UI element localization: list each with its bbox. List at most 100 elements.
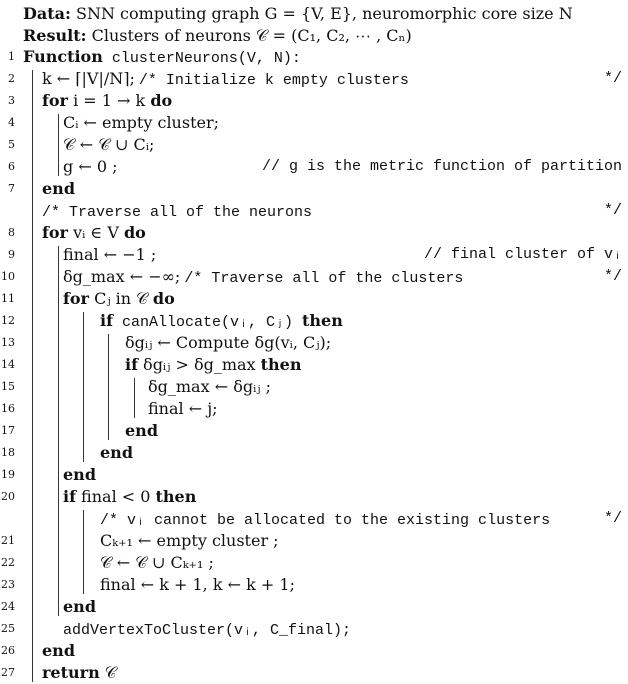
statement: final ← j; bbox=[148, 399, 218, 418]
code-text: g ← 0 ; bbox=[63, 156, 117, 178]
block-indent-line bbox=[83, 510, 84, 594]
statement: final < 0 bbox=[75, 487, 156, 506]
line-number: 7 bbox=[8, 182, 15, 195]
result-text: Clusters of neurons 𝒞 = (C₁, C₂, ⋯ , Cₙ) bbox=[91, 26, 412, 45]
code-line: 20 if final < 0 then bbox=[0, 486, 628, 508]
code-text: if δgᵢⱼ > δg_max then bbox=[125, 354, 302, 376]
keyword: return bbox=[42, 663, 100, 682]
keyword: end bbox=[42, 179, 75, 198]
code-line: 3 for i = 1 → k do bbox=[0, 90, 628, 112]
keyword: then bbox=[302, 311, 343, 330]
code-text: δg_max ← δgᵢⱼ ; bbox=[148, 376, 271, 398]
line-number: 27 bbox=[1, 666, 15, 679]
code-text: return 𝒞 bbox=[42, 662, 116, 684]
code-text: /* Traverse all of the neurons bbox=[42, 200, 312, 224]
keyword: for bbox=[42, 223, 68, 242]
block-indent-line bbox=[83, 312, 84, 462]
code-text: Function clusterNeurons(V, N): bbox=[23, 46, 301, 70]
statement: i = 1 → k bbox=[67, 91, 151, 110]
code-line: 14 if δgᵢⱼ > δg_max then bbox=[0, 354, 628, 376]
code-text: final ← j; bbox=[148, 398, 218, 420]
statement: clusterNeurons(V, N): bbox=[102, 50, 301, 67]
code-text: δgᵢⱼ ← Compute δg(vᵢ, Cⱼ); bbox=[125, 332, 331, 354]
code-line: 9 // final cluster of vᵢ final ← −1 ; bbox=[0, 244, 628, 266]
keyword: if bbox=[100, 311, 113, 330]
code-text: if canAllocate(vᵢ, Cⱼ) then bbox=[100, 310, 343, 334]
keyword: do bbox=[150, 91, 173, 110]
code-line: 16 final ← j; bbox=[0, 398, 628, 420]
line-number: 15 bbox=[1, 380, 15, 393]
code-line: 1 Function clusterNeurons(V, N): bbox=[0, 46, 628, 68]
statement: addVertexToCluster(vᵢ, C_final); bbox=[63, 622, 352, 639]
line-number: 1 bbox=[8, 50, 15, 63]
line-number: 21 bbox=[1, 534, 15, 547]
keyword: end bbox=[100, 443, 133, 462]
code-text: if final < 0 then bbox=[63, 486, 196, 508]
statement: δg_max ← δgᵢⱼ ; bbox=[148, 377, 271, 396]
code-line: 19 end bbox=[0, 464, 628, 486]
line-number: 22 bbox=[1, 556, 15, 569]
code-text: δg_max ← −∞;/* Traverse all of the clust… bbox=[63, 266, 463, 290]
statement: δgᵢⱼ > δg_max bbox=[137, 355, 261, 374]
keyword: end bbox=[125, 421, 158, 440]
line-number: 16 bbox=[1, 402, 15, 415]
code-line: 7 end bbox=[0, 178, 628, 200]
code-text: final ← k + 1, k ← k + 1; bbox=[100, 574, 295, 596]
code-text: /* vᵢ cannot be allocated to the existin… bbox=[100, 508, 550, 532]
comment-end: */ bbox=[603, 202, 622, 219]
line-number: 26 bbox=[1, 644, 15, 657]
block-indent-line bbox=[108, 334, 109, 440]
code-text: end bbox=[63, 596, 96, 618]
keyword: for bbox=[42, 91, 68, 110]
algorithm-data-line: Data: SNN computing graph G = {V, E}, ne… bbox=[23, 4, 573, 23]
code-line: 13 δgᵢⱼ ← Compute δg(vᵢ, Cⱼ); bbox=[0, 332, 628, 354]
code-text: end bbox=[100, 442, 133, 464]
code-text: end bbox=[125, 420, 158, 442]
statement: Cⱼ in 𝒞 bbox=[88, 289, 153, 308]
keyword: if bbox=[125, 355, 138, 374]
code-line: 24 end bbox=[0, 596, 628, 618]
comment: // final cluster of vᵢ bbox=[423, 246, 622, 263]
line-number: 10 bbox=[1, 270, 15, 283]
statement: k ← ⌈|V|/N⌉; bbox=[42, 69, 135, 88]
code-line: 11 for Cⱼ in 𝒞 do bbox=[0, 288, 628, 310]
code-text: end bbox=[63, 464, 96, 486]
line-number: 20 bbox=[1, 490, 15, 503]
block-indent-line bbox=[58, 114, 59, 176]
keyword: end bbox=[63, 597, 96, 616]
comment: /* Traverse all of the neurons bbox=[42, 204, 313, 221]
statement: 𝒞 ← 𝒞 ∪ Cₖ₊₁ ; bbox=[100, 553, 214, 572]
keyword: for bbox=[63, 289, 89, 308]
keyword: if bbox=[63, 487, 76, 506]
code-text: for i = 1 → k do bbox=[42, 90, 172, 112]
code-line: /* vᵢ cannot be allocated to the existin… bbox=[0, 508, 628, 530]
code-line: 17 end bbox=[0, 420, 628, 442]
comment: // g is the metric function of partition bbox=[261, 158, 622, 175]
line-number: 11 bbox=[1, 292, 15, 305]
code-line: 25 addVertexToCluster(vᵢ, C_final); bbox=[0, 618, 628, 640]
keyword: end bbox=[63, 465, 96, 484]
code-text: Cᵢ ← empty cluster; bbox=[63, 112, 219, 134]
code-line: /* Traverse all of the neurons */ bbox=[0, 200, 628, 222]
line-number: 14 bbox=[1, 358, 15, 371]
code-text: 𝒞 ← 𝒞 ∪ Cᵢ; bbox=[63, 134, 154, 156]
block-indent-line bbox=[134, 378, 135, 418]
line-number: 4 bbox=[8, 116, 15, 129]
block-indent-line bbox=[58, 246, 59, 616]
line-number: 6 bbox=[8, 160, 15, 173]
code-text: for Cⱼ in 𝒞 do bbox=[63, 288, 175, 310]
code-line: 4 Cᵢ ← empty cluster; bbox=[0, 112, 628, 134]
line-number: 9 bbox=[8, 248, 15, 261]
keyword: do bbox=[123, 223, 146, 242]
line-number: 12 bbox=[1, 314, 15, 327]
comment-end: */ bbox=[603, 510, 622, 527]
statement: vᵢ ∈ V bbox=[67, 223, 124, 242]
statement: Cᵢ ← empty cluster; bbox=[63, 113, 220, 132]
comment-end: */ bbox=[603, 70, 622, 87]
code-text: for vᵢ ∈ V do bbox=[42, 222, 146, 244]
statement: canAllocate(vᵢ, Cⱼ) bbox=[112, 314, 303, 331]
comment: /* Traverse all of the clusters bbox=[184, 270, 464, 287]
statement: final ← −1 ; bbox=[63, 245, 157, 264]
code-line: 18 end bbox=[0, 442, 628, 464]
code-text: 𝒞 ← 𝒞 ∪ Cₖ₊₁ ; bbox=[100, 552, 214, 574]
